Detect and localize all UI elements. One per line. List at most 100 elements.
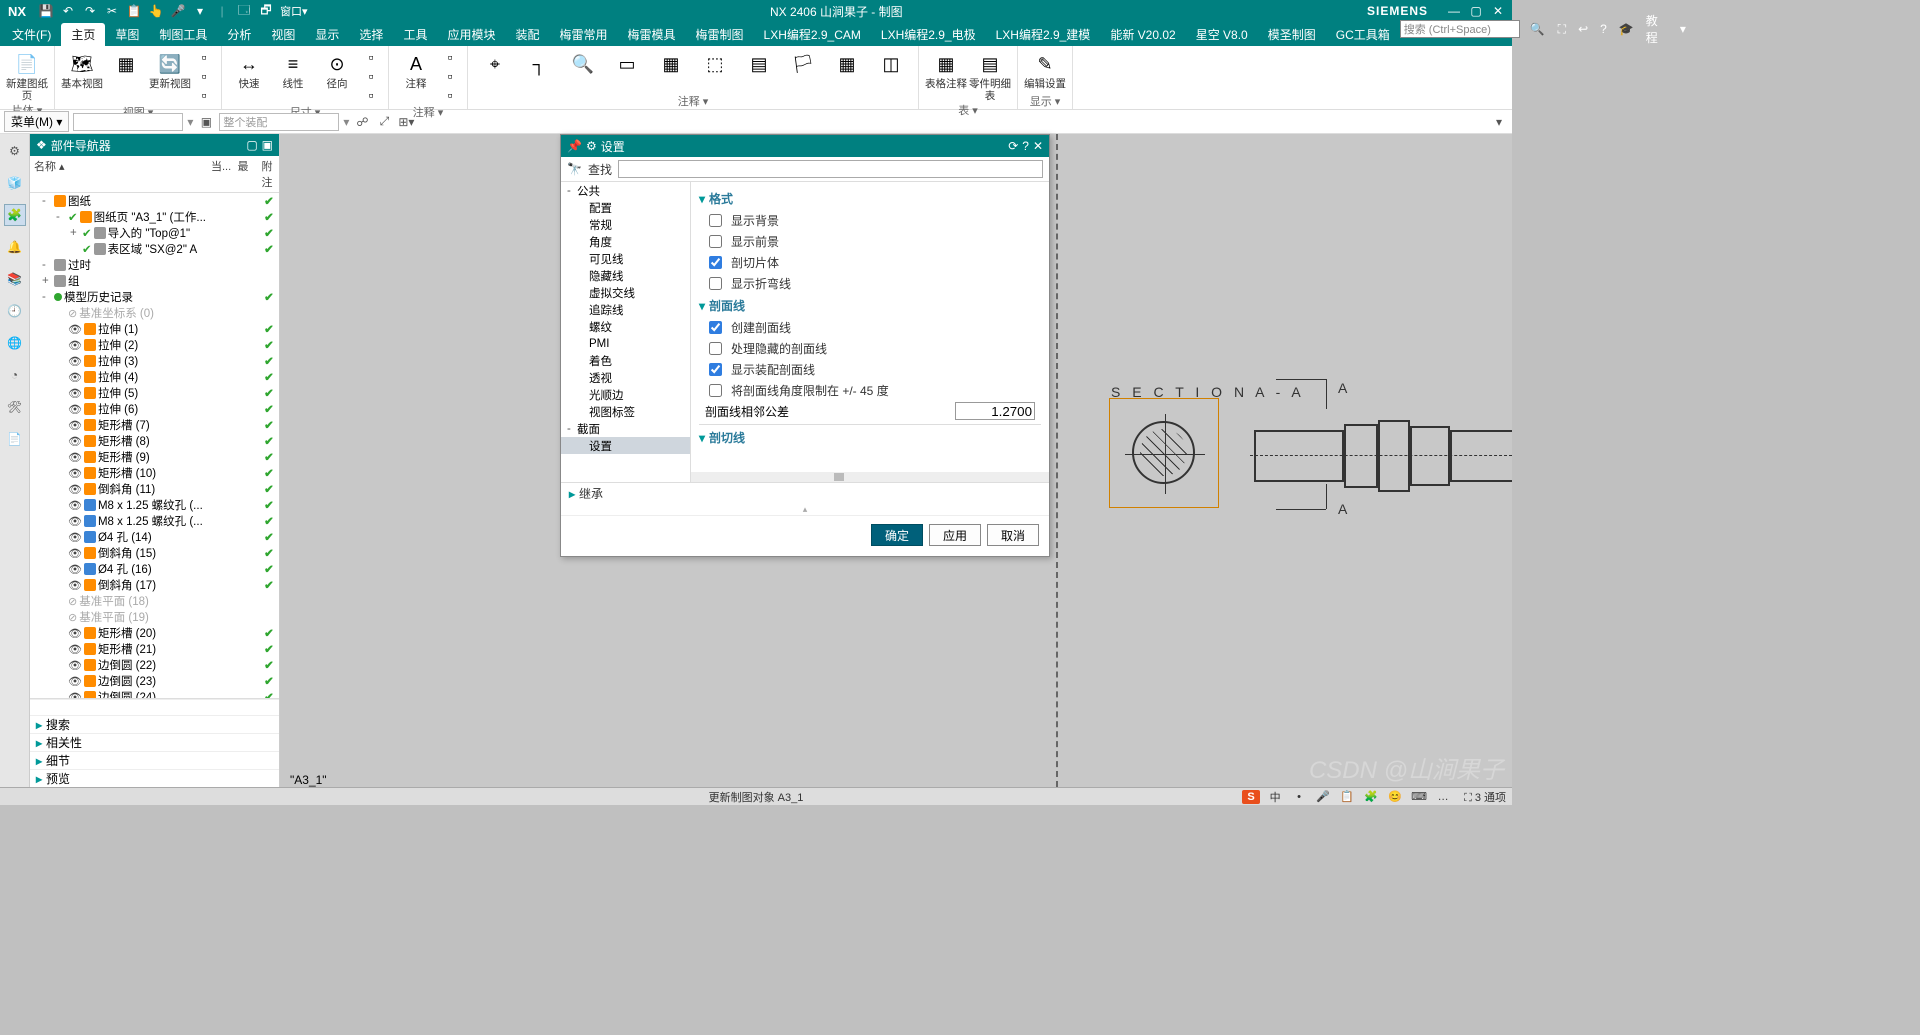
checkbox[interactable]	[709, 384, 722, 397]
dialog-tree-item[interactable]: 着色	[561, 352, 690, 369]
nav-row[interactable]: 👁拉伸 (3)✔	[30, 353, 279, 369]
ribbon-btn-1-1[interactable]: ▦	[105, 48, 147, 78]
notification-icon[interactable]: 🔔	[4, 236, 26, 258]
dialog-tree-item[interactable]: 隐藏线	[561, 267, 690, 284]
ribbon-btn-4-4[interactable]: ▦	[650, 48, 692, 78]
apply-button[interactable]: 应用	[929, 524, 981, 546]
ime-item-3[interactable]: 🎤	[1314, 790, 1332, 804]
ribbon-btn-4-9[interactable]: ◫	[870, 48, 912, 78]
nav-row[interactable]: -模型历史记录✔	[30, 289, 279, 305]
dialog-tree-item[interactable]: 透视	[561, 369, 690, 386]
ribbon-btn-3-0[interactable]: A注释	[395, 48, 437, 90]
dialog-tree-item[interactable]: 追踪线	[561, 301, 690, 318]
ribbon-small-icon[interactable]: ▫	[193, 67, 215, 85]
tab-1[interactable]: 主页	[61, 23, 105, 46]
list-icon[interactable]: 📄	[4, 428, 26, 450]
dialog-tree-item[interactable]: PMI	[561, 335, 690, 352]
ribbon-group-label[interactable]: 注释 ▾	[474, 93, 912, 107]
option-将剖面线角度限制在 +/- 45 度[interactable]: 将剖面线角度限制在 +/- 45 度	[705, 381, 1035, 400]
ime-item-5[interactable]: 🧩	[1362, 790, 1380, 804]
nav-row[interactable]: +组	[30, 273, 279, 289]
ribbon-btn-6-0[interactable]: ✎编辑设置	[1024, 48, 1066, 90]
tab-6[interactable]: 显示	[305, 23, 349, 46]
undo-icon[interactable]: ↶	[60, 3, 76, 19]
dialog-tree-item[interactable]: 设置	[561, 437, 690, 454]
graphics-canvas[interactable]: 📌 ⚙ 设置 ⟳ ? ✕ 🔭 查找 -公共配置常规角度可见线隐藏线虚拟交线追踪线…	[280, 134, 1512, 787]
sel-tool-icon-3[interactable]: ⊞▾	[397, 113, 415, 131]
ribbon-small-icon[interactable]: ▫	[360, 48, 382, 66]
ok-button[interactable]: 确定	[871, 524, 923, 546]
nav-row[interactable]: ✔表区域 "SX@2" A✔	[30, 241, 279, 257]
ribbon-btn-4-8[interactable]: ▦	[826, 48, 868, 78]
ribbon-btn-2-1[interactable]: ≡线性	[272, 48, 314, 90]
tab-5[interactable]: 视图	[261, 23, 305, 46]
cut-line-section[interactable]: 剖切线	[699, 429, 1041, 446]
fullscreen-icon[interactable]: ⛶	[1555, 22, 1569, 37]
nav-row[interactable]: 👁拉伸 (4)✔	[30, 369, 279, 385]
section-line-section[interactable]: 剖面线	[699, 297, 1041, 314]
ribbon-small-icon[interactable]: ▫	[193, 86, 215, 104]
tab-9[interactable]: 应用模块	[437, 23, 505, 46]
checkbox[interactable]	[709, 277, 722, 290]
tab-19[interactable]: 模圣制图	[1258, 23, 1326, 46]
dialog-tree-item[interactable]: 角度	[561, 233, 690, 250]
tutorial-icon[interactable]: 🎓	[1616, 22, 1637, 36]
sel-tool-icon-2[interactable]: ⤢	[375, 113, 393, 131]
nav-row[interactable]: -过时	[30, 257, 279, 273]
tab-0[interactable]: 文件(F)	[2, 23, 61, 46]
tab-8[interactable]: 工具	[393, 23, 437, 46]
ribbon-btn-4-2[interactable]: 🔍	[562, 48, 604, 78]
ribbon-btn-4-0[interactable]: ⌖	[474, 48, 516, 78]
redo-icon[interactable]: ↷	[82, 3, 98, 19]
window-switch-icon[interactable]: 🗗	[258, 3, 274, 19]
mic-icon[interactable]: 🎤	[170, 3, 186, 19]
col-status[interactable]: 当...	[207, 156, 231, 192]
nav-row[interactable]: +✔导入的 "Top@1"✔	[30, 225, 279, 241]
tab-13[interactable]: 梅雷制图	[686, 23, 754, 46]
filter-icon[interactable]: ▣	[197, 113, 215, 131]
ribbon-small-icon[interactable]: ▫	[193, 48, 215, 66]
dialog-tree-item[interactable]: 视图标签	[561, 403, 690, 420]
inherit-section[interactable]: 继承	[579, 485, 603, 502]
nav-row[interactable]: 👁边倒圆 (24)✔	[30, 689, 279, 698]
ribbon-small-icon[interactable]: ▫	[360, 67, 382, 85]
ribbon-btn-5-0[interactable]: ▦表格注释	[925, 48, 967, 90]
clock-icon[interactable]: ◔	[4, 364, 26, 386]
nav-row[interactable]: -图纸✔	[30, 193, 279, 209]
nav-row[interactable]: 👁M8 x 1.25 螺纹孔 (...✔	[30, 513, 279, 529]
tab-15[interactable]: LXH编程2.9_电极	[871, 23, 986, 46]
option-处理隐藏的剖面线[interactable]: 处理隐藏的剖面线	[705, 339, 1035, 358]
ribbon-small-icon[interactable]: ▫	[360, 86, 382, 104]
status-right[interactable]: ⛶ 3 通项	[1458, 789, 1512, 805]
ribbon-btn-4-7[interactable]: 🏳	[782, 48, 824, 78]
command-search[interactable]: 搜索 (Ctrl+Space)	[1400, 20, 1520, 38]
ribbon-group-label[interactable]: 显示 ▾	[1024, 93, 1066, 107]
nav-row[interactable]: 👁边倒圆 (22)✔	[30, 657, 279, 673]
window-dropdown[interactable]: 窗口▾	[280, 3, 308, 19]
dialog-tree-item[interactable]: 螺纹	[561, 318, 690, 335]
search-icon[interactable]: 🔍	[1526, 22, 1549, 36]
ribbon-btn-4-1[interactable]: ┐	[518, 48, 560, 78]
nav-row[interactable]: 👁矩形槽 (8)✔	[30, 433, 279, 449]
dialog-tree-item[interactable]: 可见线	[561, 250, 690, 267]
ribbon-btn-4-6[interactable]: ▤	[738, 48, 780, 78]
menu-button[interactable]: 菜单(M) ▾	[4, 111, 69, 132]
search-section[interactable]: ▸搜索	[30, 715, 279, 733]
dropdown-icon[interactable]: ▾	[187, 115, 193, 129]
tab-4[interactable]: 分析	[217, 23, 261, 46]
nav-row[interactable]: 👁矩形槽 (7)✔	[30, 417, 279, 433]
ribbon-btn-4-5[interactable]: ⬚	[694, 48, 736, 78]
preview-section[interactable]: ▸预览	[30, 769, 279, 787]
ime-item-1[interactable]: 中	[1266, 790, 1284, 804]
touch-icon[interactable]: 👆	[148, 3, 164, 19]
refresh-icon[interactable]: ⟳	[1008, 139, 1018, 153]
nav-row[interactable]: 👁拉伸 (5)✔	[30, 385, 279, 401]
ribbon-btn-0-0[interactable]: 📄新建图纸页	[6, 48, 48, 102]
dialog-tree-item[interactable]: 虚拟交线	[561, 284, 690, 301]
nav-row[interactable]: 👁拉伸 (1)✔	[30, 321, 279, 337]
checkbox[interactable]	[709, 214, 722, 227]
help-icon[interactable]: ?	[1597, 22, 1610, 36]
nav-row[interactable]: -✔图纸页 "A3_1" (工作...✔	[30, 209, 279, 225]
col-latest[interactable]: 最	[231, 156, 255, 192]
settings-icon[interactable]: ⚙	[4, 140, 26, 162]
